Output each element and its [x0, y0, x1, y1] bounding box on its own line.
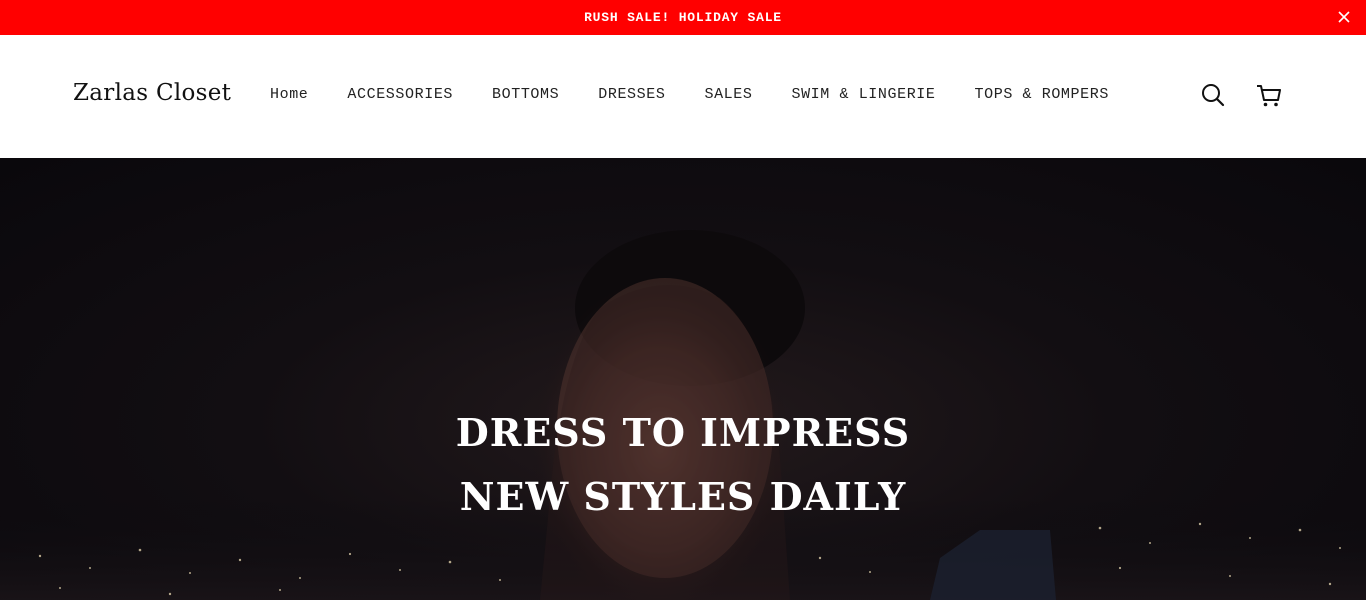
hero-heading-line-2: NEW STYLES DAILY: [459, 474, 907, 519]
nav-item-accessories[interactable]: ACCESSORIES: [347, 86, 453, 103]
site-logo[interactable]: Zarlas Closet: [73, 80, 231, 106]
main-nav: Home ACCESSORIES BOTTOMS DRESSES SALES S…: [270, 86, 1148, 103]
hero-heading-line-1: DRESS TO IMPRESS: [455, 410, 911, 455]
announcement-bar: RUSH SALE! HOLIDAY SALE: [0, 0, 1366, 35]
site-header: Zarlas Closet Home ACCESSORIES BOTTOMS D…: [0, 35, 1366, 158]
hero-photo: [0, 230, 1366, 600]
nav-item-home[interactable]: Home: [270, 86, 308, 103]
nav-item-sales[interactable]: SALES: [704, 86, 752, 103]
announcement-text: RUSH SALE! HOLIDAY SALE: [584, 10, 782, 25]
search-icon[interactable]: [1199, 81, 1227, 109]
nav-item-bottoms[interactable]: BOTTOMS: [492, 86, 559, 103]
close-icon[interactable]: [1336, 9, 1352, 25]
cart-icon[interactable]: [1255, 81, 1283, 109]
nav-item-tops-rompers[interactable]: TOPS & ROMPERS: [975, 86, 1109, 103]
nav-item-dresses[interactable]: DRESSES: [598, 86, 665, 103]
hero-banner: DRESS TO IMPRESS NEW STYLES DAILY: [0, 158, 1366, 600]
nav-item-swim-lingerie[interactable]: SWIM & LINGERIE: [791, 86, 935, 103]
